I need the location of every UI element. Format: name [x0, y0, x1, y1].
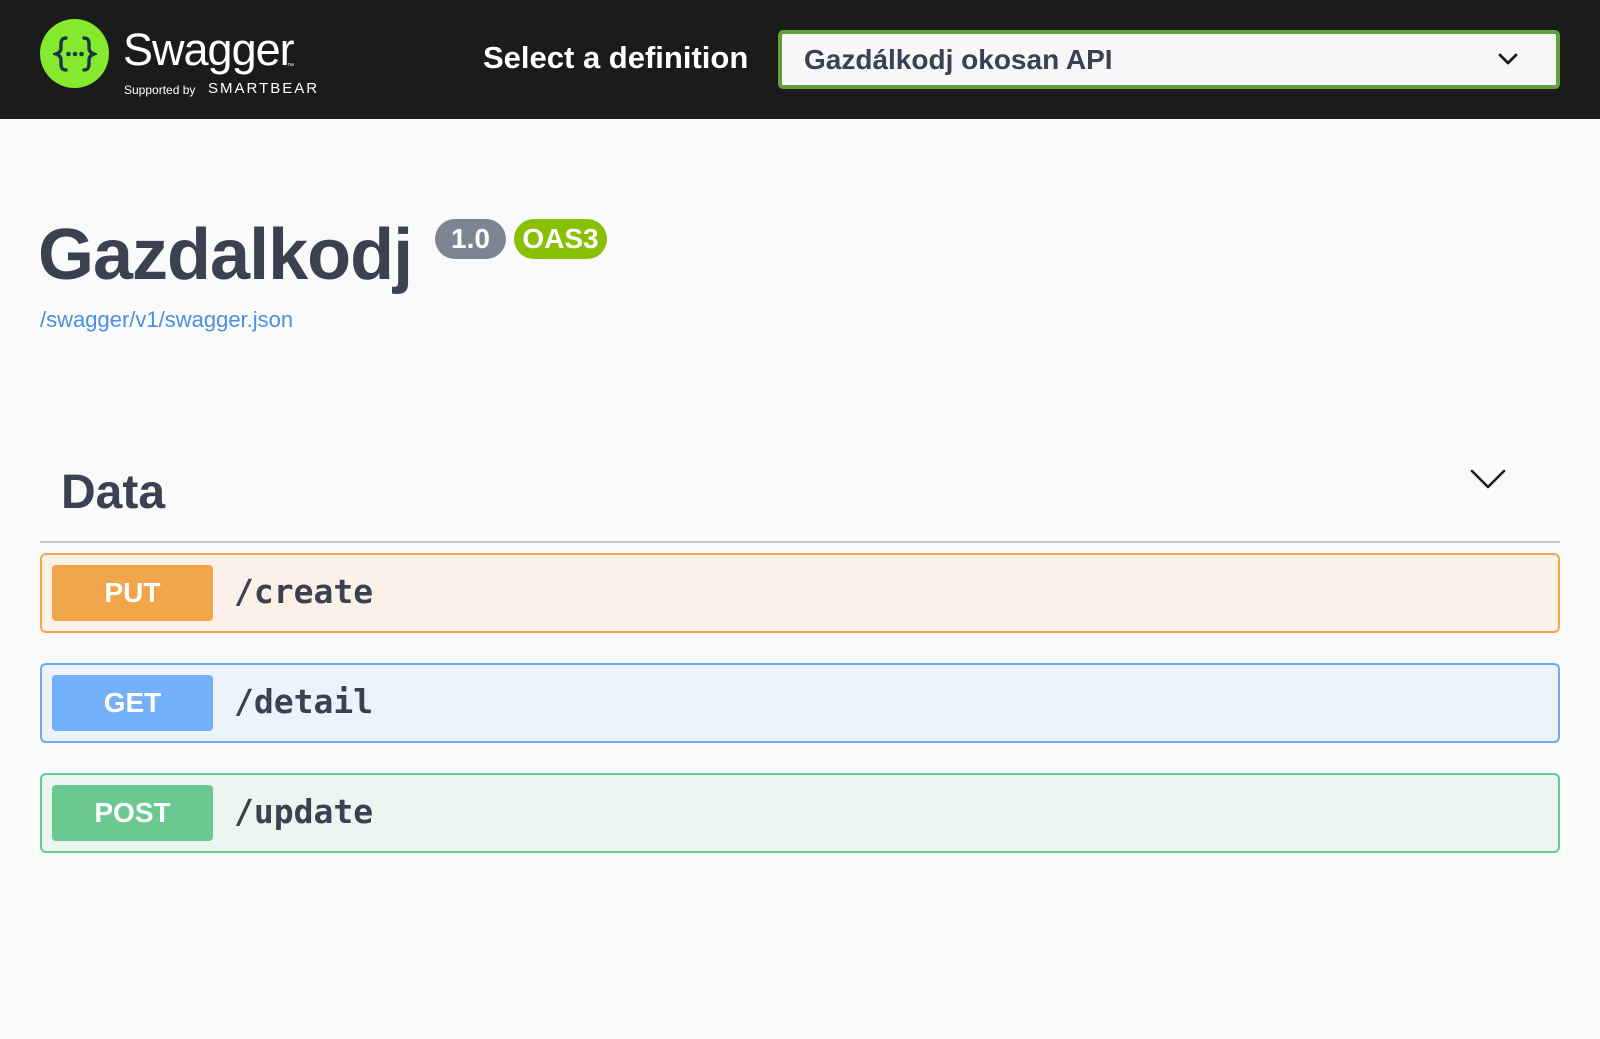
topbar: Swagger ™ Supported by SMARTBEAR Select …	[0, 0, 1600, 119]
chevron-down-icon[interactable]	[1470, 467, 1506, 491]
operation-get-detail[interactable]: GET /detail	[40, 663, 1560, 743]
operation-post-update[interactable]: POST /update	[40, 773, 1560, 853]
method-badge: GET	[52, 675, 213, 731]
spec-url-link[interactable]: /swagger/v1/swagger.json	[40, 307, 293, 333]
braces-icon	[52, 35, 97, 72]
definition-select-value: Gazdálkodj okosan API	[804, 43, 1113, 75]
definition-select[interactable]: Gazdálkodj okosan API	[778, 30, 1560, 89]
swagger-logo-icon[interactable]	[40, 19, 109, 88]
version-badge: 1.0	[435, 219, 506, 259]
vendor-name: SMARTBEAR	[208, 80, 320, 97]
operation-put-create[interactable]: PUT /create	[40, 553, 1560, 633]
operation-path: /update	[234, 792, 374, 831]
select-definition-label: Select a definition	[483, 40, 749, 75]
brand-trademark: ™	[287, 63, 294, 70]
method-badge: PUT	[52, 565, 213, 621]
operation-path: /create	[234, 572, 374, 611]
tag-name: Data	[61, 466, 166, 519]
tag-section-header[interactable]: Data	[40, 447, 1560, 543]
chevron-down-icon	[1498, 53, 1518, 65]
supported-by-text: Supported by	[124, 83, 196, 97]
api-title: Gazdalkodj	[38, 215, 413, 295]
method-badge: POST	[52, 785, 213, 841]
oas-badge: OAS3	[514, 219, 607, 259]
operation-path: /detail	[234, 682, 374, 721]
brand-name: Swagger	[123, 24, 295, 75]
